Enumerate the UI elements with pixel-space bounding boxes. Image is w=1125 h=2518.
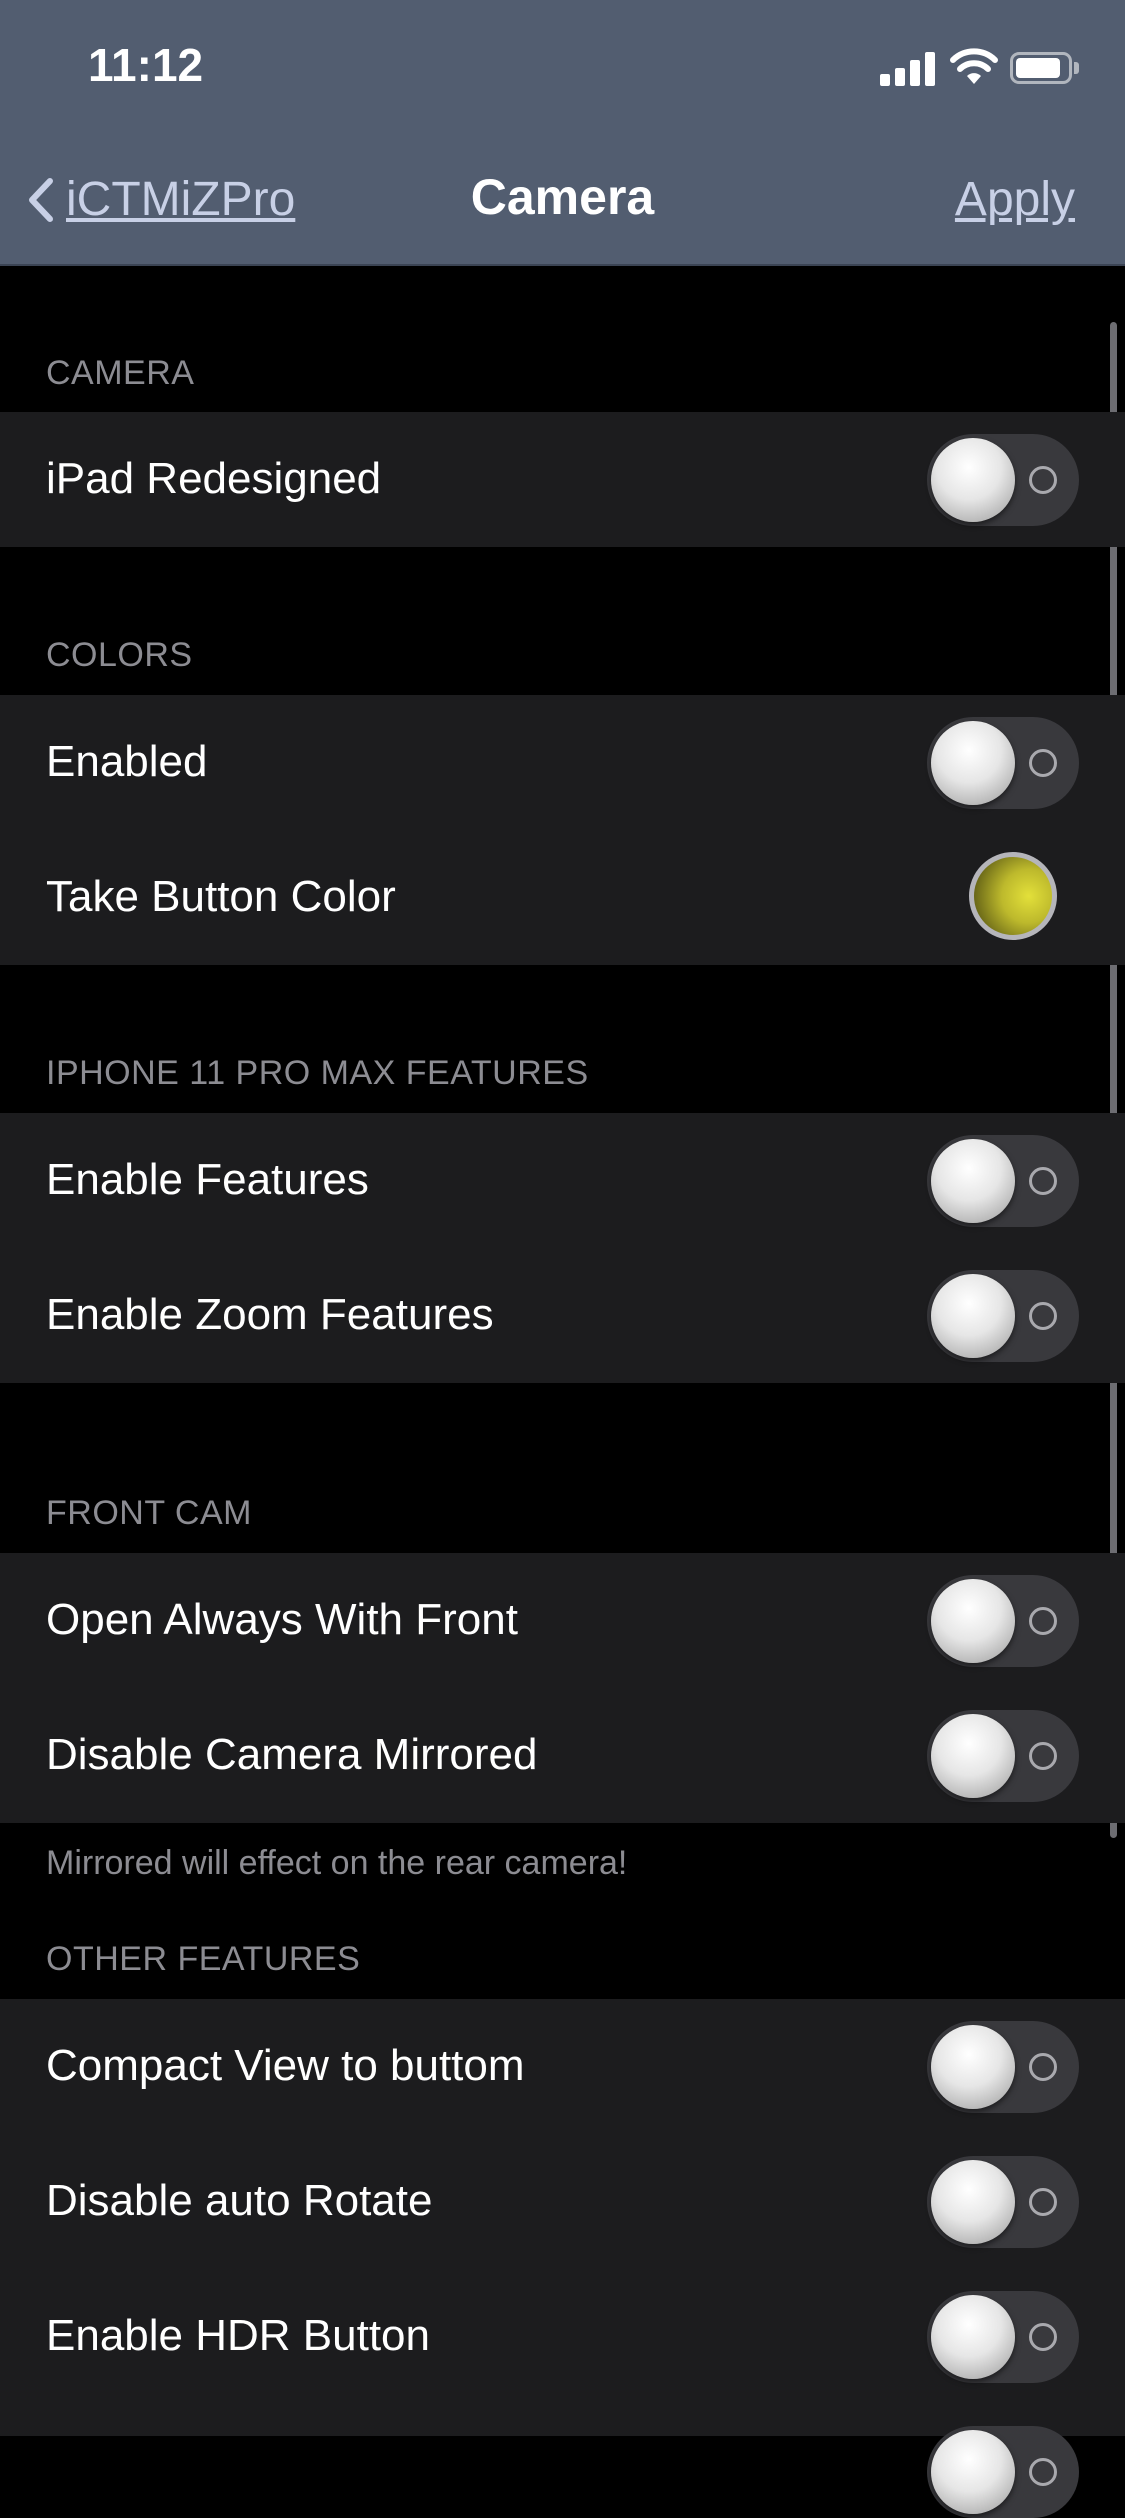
row-label: Enable Features (46, 1155, 369, 1204)
section-header-colors: COLORS (46, 636, 193, 674)
row-label: Open Always With Front (46, 1595, 518, 1644)
take-button-color-swatch[interactable] (969, 852, 1057, 940)
group-camera: iPad Redesigned (0, 412, 1125, 547)
enable-features-toggle[interactable] (927, 1135, 1079, 1227)
chevron-left-icon (29, 177, 53, 222)
row-ipad-redesigned[interactable]: iPad Redesigned (0, 412, 1125, 547)
disable-mirrored-toggle[interactable] (927, 1710, 1079, 1802)
enable-zoom-features-toggle[interactable] (927, 1270, 1079, 1362)
row-label: Compact View to buttom (46, 2041, 525, 2090)
group-colors: Enabled Take Button Color (0, 695, 1125, 965)
back-button[interactable]: iCTMiZPro (24, 172, 295, 227)
section-header-front-cam: FRONT CAM (46, 1494, 252, 1532)
cellular-signal-icon (880, 52, 936, 86)
row-partially-visible[interactable] (0, 2404, 1125, 2518)
navigation-bar: iCTMiZPro Camera Apply (0, 136, 1125, 266)
row-label: Disable Camera Mirrored (46, 1730, 538, 1779)
row-label: Enabled (46, 737, 208, 786)
section-header-camera: CAMERA (46, 354, 195, 392)
row-compact-view[interactable]: Compact View to buttom (0, 1999, 1125, 2134)
status-time: 11:12 (88, 39, 204, 91)
row-enabled[interactable]: Enabled (0, 695, 1125, 830)
compact-view-toggle[interactable] (927, 2021, 1079, 2113)
battery-icon (1010, 52, 1082, 86)
ipad-redesigned-toggle[interactable] (927, 434, 1079, 526)
row-enable-zoom-features[interactable]: Enable Zoom Features (0, 1248, 1125, 1383)
group-iphone-features: Enable Features Enable Zoom Features (0, 1113, 1125, 1383)
section-header-other-features: OTHER FEATURES (46, 1940, 361, 1978)
row-label: Take Button Color (46, 872, 396, 921)
open-always-front-toggle[interactable] (927, 1575, 1079, 1667)
row-label: Enable Zoom Features (46, 1290, 494, 1339)
row-enable-hdr-button[interactable]: Enable HDR Button (0, 2269, 1125, 2404)
section-footer-front-cam: Mirrored will effect on the rear camera! (46, 1844, 628, 1882)
status-bar: 11:12 (0, 0, 1125, 136)
group-front-cam: Open Always With Front Disable Camera Mi… (0, 1553, 1125, 1823)
row-take-button-color[interactable]: Take Button Color (0, 830, 1125, 965)
row-label: Enable HDR Button (46, 2311, 430, 2360)
colors-enabled-toggle[interactable] (927, 717, 1079, 809)
enable-hdr-toggle[interactable] (927, 2291, 1079, 2383)
section-header-iphone-features: IPHONE 11 PRO MAX FEATURES (46, 1054, 589, 1092)
row-disable-camera-mirrored[interactable]: Disable Camera Mirrored (0, 1688, 1125, 1823)
row-enable-features[interactable]: Enable Features (0, 1113, 1125, 1248)
apply-button[interactable]: Apply (955, 172, 1075, 227)
group-other-features: Compact View to buttom Disable auto Rota… (0, 1999, 1125, 2518)
next-toggle[interactable] (927, 2426, 1079, 2518)
disable-auto-rotate-toggle[interactable] (927, 2156, 1079, 2248)
row-disable-auto-rotate[interactable]: Disable auto Rotate (0, 2134, 1125, 2269)
back-label[interactable]: iCTMiZPro (66, 172, 295, 227)
row-label: iPad Redesigned (46, 454, 382, 503)
row-label: Disable auto Rotate (46, 2176, 433, 2225)
row-open-always-with-front[interactable]: Open Always With Front (0, 1553, 1125, 1688)
wifi-icon (950, 48, 998, 84)
